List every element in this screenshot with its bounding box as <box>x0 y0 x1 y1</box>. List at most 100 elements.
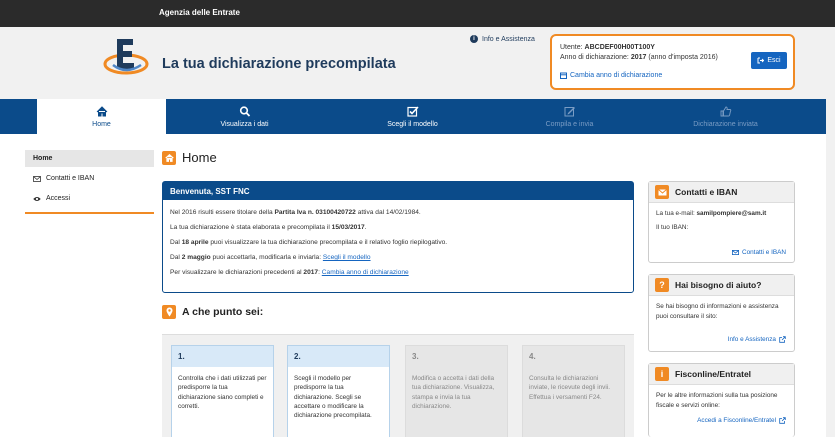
search-icon <box>239 105 250 117</box>
envelope-icon <box>33 175 41 182</box>
thumbs-up-icon <box>720 106 731 116</box>
help-panel-title: Hai bisogno di aiuto? <box>675 280 762 290</box>
fisconline-text: Per le altre informazioni sulla tua posi… <box>656 392 778 409</box>
contacts-link-label: Contatti e IBAN <box>741 249 786 256</box>
email-line: La tua e-mail: samilpompiere@sam.it <box>656 209 787 219</box>
top-bar: Agenzia delle Entrate <box>0 0 835 27</box>
fisconline-panel-title: Fisconline/Entratel <box>675 369 752 379</box>
sidebar-divider <box>25 212 154 214</box>
welcome-line-previous: Per visualizzare le dichiarazioni preced… <box>170 269 409 276</box>
info-link-label: Info e Assistenza <box>482 35 535 43</box>
step-number: 4. <box>523 346 624 367</box>
steps-heading: A che punto sei: <box>162 305 263 319</box>
envelope-icon <box>731 250 739 256</box>
logout-button[interactable]: Esci <box>751 52 787 69</box>
logout-label: Esci <box>767 57 781 64</box>
steps-container: 1. Controlla che i dati utilizzati per p… <box>162 334 634 437</box>
email-label: La tua e-mail: <box>656 210 695 217</box>
page-title: Home <box>182 150 217 165</box>
welcome-title: Benvenuta, SST FNC <box>163 182 633 200</box>
fisconline-link[interactable]: Accedi a Fisconline/Entratel <box>697 416 786 426</box>
sidebar: Home Contatti e IBAN Accessi <box>25 150 154 214</box>
nav-visualizza-label: Visualizza i dati <box>220 120 269 128</box>
choose-model-link[interactable]: Scegli il modello <box>323 254 371 261</box>
contacts-panel-title: Contatti e IBAN <box>675 187 738 197</box>
fisconline-panel-body: Per le altre informazioni sulla tua posi… <box>649 385 794 437</box>
year-line: Anno di dichiarazione: 2017 (anno d'impo… <box>560 54 718 61</box>
edit-icon <box>564 106 575 116</box>
contacts-panel: Contatti e IBAN La tua e-mail: samilpomp… <box>648 181 795 263</box>
eye-icon <box>33 196 41 201</box>
step-description: Controlla che i dati utilizzati per pred… <box>178 375 267 410</box>
nav-compila-label: Compila e invia <box>545 120 594 128</box>
help-link-label: Info e Assistenza <box>727 336 776 343</box>
step-card-3: 3. Modifica o accetta i dati della tua d… <box>405 345 508 437</box>
question-icon: ? <box>655 278 669 292</box>
checkbox-icon <box>406 105 419 117</box>
nav-scegli-label: Scegli il modello <box>387 120 438 128</box>
calendar-icon <box>560 72 567 79</box>
year-value: 2017 <box>630 54 647 61</box>
sidebar-item-label: Contatti e IBAN <box>46 175 95 182</box>
nav-inviata[interactable]: Dichiarazione inviata <box>661 99 790 134</box>
change-year-inline-link[interactable]: Cambia anno di dichiarazione <box>322 269 409 276</box>
sidebar-item-contacts[interactable]: Contatti e IBAN <box>25 170 154 187</box>
nav-visualizza[interactable]: Visualizza i dati <box>180 99 309 134</box>
main-nav: Home Visualizza i dati Scegli il modello… <box>0 99 835 134</box>
sidebar-item-home[interactable]: Home <box>25 150 154 167</box>
fisconline-panel-header: i Fisconline/Entratel <box>649 364 794 385</box>
help-panel: ? Hai bisogno di aiuto? Se hai bisogno d… <box>648 274 795 352</box>
agency-logo <box>103 39 149 75</box>
step-description: Modifica o accetta i dati della tua dich… <box>412 375 495 410</box>
user-code: ABCDEF00H00T100Y <box>584 44 655 51</box>
step-number: 3. <box>406 346 507 367</box>
map-marker-icon <box>162 305 176 319</box>
nav-scegli[interactable]: Scegli il modello <box>348 99 477 134</box>
nav-home[interactable]: Home <box>37 99 166 134</box>
step-card-2: 2. Scegli il modello per predisporre la … <box>287 345 390 437</box>
info-icon: i <box>655 367 669 381</box>
user-line: Utente: ABCDEF00H00T100Y <box>560 44 655 51</box>
welcome-line-processed: La tua dichiarazione è stata elaborata e… <box>170 224 367 231</box>
step-description: Consulta le dichiarazioni inviate, le ri… <box>529 375 610 401</box>
change-year-link[interactable]: Cambia anno di dichiarazione <box>560 72 662 79</box>
sidebar-item-label: Accessi <box>46 195 71 202</box>
year-label: Anno di dichiarazione: <box>560 54 629 61</box>
page-heading: Home <box>162 150 217 165</box>
fisconline-panel: i Fisconline/Entratel Per le altre infor… <box>648 363 795 437</box>
header: La tua dichiarazione precompilata i Info… <box>0 27 835 99</box>
info-assistance-link[interactable]: i Info e Assistenza <box>470 35 535 43</box>
external-link-icon <box>779 417 786 424</box>
help-text: Se hai bisogno di informazioni e assiste… <box>656 303 779 320</box>
info-assistance-panel-link[interactable]: Info e Assistenza <box>728 335 786 345</box>
contacts-panel-header: Contatti e IBAN <box>649 182 794 203</box>
steps-title: A che punto sei: <box>182 306 264 318</box>
user-box: Utente: ABCDEF00H00T100Y Anno di dichiar… <box>550 34 795 90</box>
step-card-1: 1. Controlla che i dati utilizzati per p… <box>171 345 274 437</box>
step-number: 2. <box>288 346 389 367</box>
info-icon: i <box>470 35 478 43</box>
step-description: Scegli il modello per predisporre la tua… <box>294 375 372 420</box>
email-value: samilpompiere@sam.it <box>696 210 767 217</box>
logout-icon <box>757 57 765 64</box>
year-note: (anno d'imposta 2016) <box>648 54 718 61</box>
nav-compila[interactable]: Compila e invia <box>505 99 634 134</box>
sidebar-item-label: Home <box>33 155 53 162</box>
step-number: 1. <box>172 346 273 367</box>
user-label: Utente: <box>560 44 583 51</box>
app-title: La tua dichiarazione precompilata <box>162 56 396 72</box>
sidebar-item-accessi[interactable]: Accessi <box>25 190 154 207</box>
home-icon <box>96 105 107 116</box>
welcome-line-accept-date: Dal 2 maggio puoi accettarla, modificarl… <box>170 254 371 261</box>
contacts-iban-link[interactable]: Contatti e IBAN <box>731 248 786 258</box>
nav-home-label: Home <box>92 120 111 128</box>
welcome-line-view-date: Dal 18 aprile puoi visualizzare la tua d… <box>170 239 448 246</box>
step-card-4: 4. Consulta le dichiarazioni inviate, le… <box>522 345 625 437</box>
help-panel-body: Se hai bisogno di informazioni e assiste… <box>649 296 794 352</box>
scrollbar[interactable] <box>826 27 835 437</box>
fisconline-link-label: Accedi a Fisconline/Entratel <box>697 417 776 424</box>
contacts-panel-body: La tua e-mail: samilpompiere@sam.it Il t… <box>649 203 794 263</box>
home-icon <box>162 150 176 165</box>
welcome-line-vat: Nel 2016 risulti essere titolare della P… <box>170 209 421 216</box>
welcome-panel: Benvenuta, SST FNC Nel 2016 risulti esse… <box>162 181 634 293</box>
